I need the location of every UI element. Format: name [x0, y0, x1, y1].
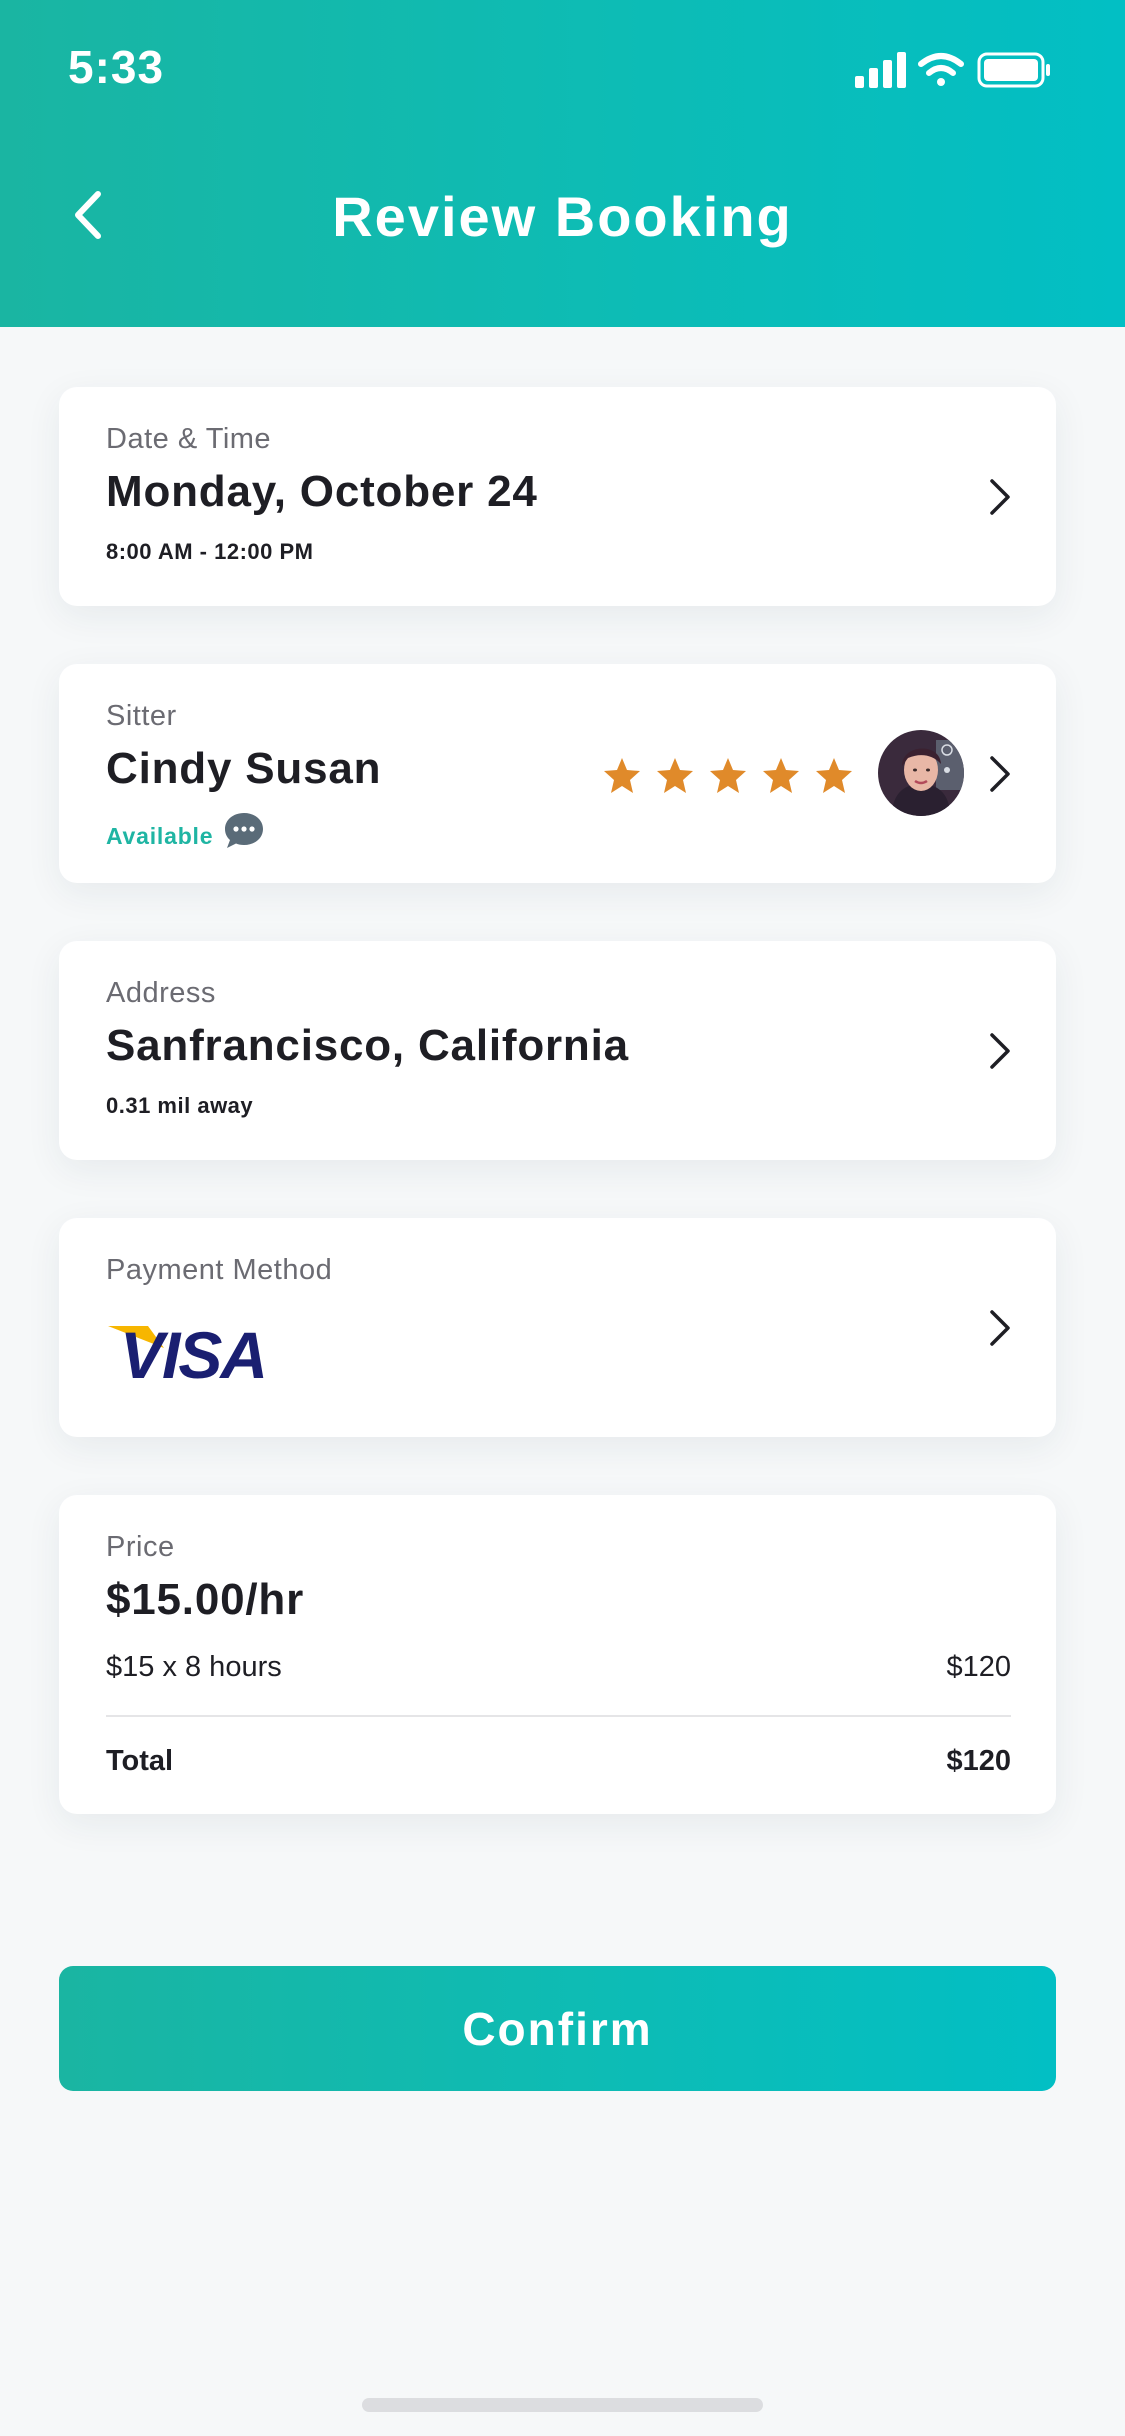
star-icon [604, 758, 640, 793]
signal-icon [855, 52, 906, 88]
chevron-right-icon [990, 1033, 1010, 1069]
sitter-card[interactable]: Sitter Cindy Susan Available [59, 664, 1056, 883]
total-label: Total [106, 1745, 174, 1777]
chevron-right-icon [990, 756, 1010, 792]
booking-time-range: 8:00 AM - 12:00 PM [106, 539, 314, 564]
payment-method-label: Payment Method [106, 1254, 333, 1286]
chevron-right-icon [990, 1310, 1010, 1346]
visa-logo-text: VISA [120, 1318, 266, 1384]
rating-stars [602, 755, 854, 807]
price-label: Price [106, 1531, 175, 1563]
sitter-avatar [878, 730, 964, 816]
visa-logo: VISA [108, 1318, 268, 1384]
address-card[interactable]: Address Sanfrancisco, California 0.31 mi… [59, 941, 1056, 1160]
total-amount: $120 [946, 1745, 1011, 1777]
address-value: Sanfrancisco, California [106, 1021, 629, 1070]
booking-date: Monday, October 24 [106, 467, 538, 516]
chevron-right-icon [990, 479, 1010, 515]
page-title: Review Booking [332, 185, 793, 248]
address-label: Address [106, 977, 216, 1009]
wifi-icon [918, 53, 964, 86]
date-time-card[interactable]: Date & Time Monday, October 24 8:00 AM -… [59, 387, 1056, 606]
status-icons [855, 50, 1055, 90]
hourly-rate: $15.00/hr [106, 1575, 305, 1624]
chat-icon[interactable] [223, 811, 265, 851]
availability-status: Available [106, 823, 214, 849]
price-card: Price $15.00/hr $15 x 8 hours $120 Total… [59, 1495, 1056, 1814]
date-time-label: Date & Time [106, 423, 272, 455]
star-icon [657, 758, 693, 793]
star-icon [763, 758, 799, 793]
star-icon [710, 758, 746, 793]
battery-icon [977, 52, 1050, 88]
status-time: 5:33 [68, 41, 165, 93]
price-calculation-amount: $120 [946, 1651, 1011, 1683]
confirm-button[interactable]: Confirm [59, 1966, 1056, 2091]
star-icon [816, 758, 852, 793]
address-distance: 0.31 mil away [106, 1093, 254, 1118]
price-calculation: $15 x 8 hours [106, 1651, 282, 1683]
sitter-name: Cindy Susan [106, 744, 382, 793]
app-header: 5:33 Review Booking [0, 0, 1125, 327]
price-divider [106, 1715, 1011, 1717]
home-indicator [362, 2398, 763, 2412]
sitter-label: Sitter [106, 700, 177, 732]
payment-method-card[interactable]: Payment Method VISA [59, 1218, 1056, 1437]
